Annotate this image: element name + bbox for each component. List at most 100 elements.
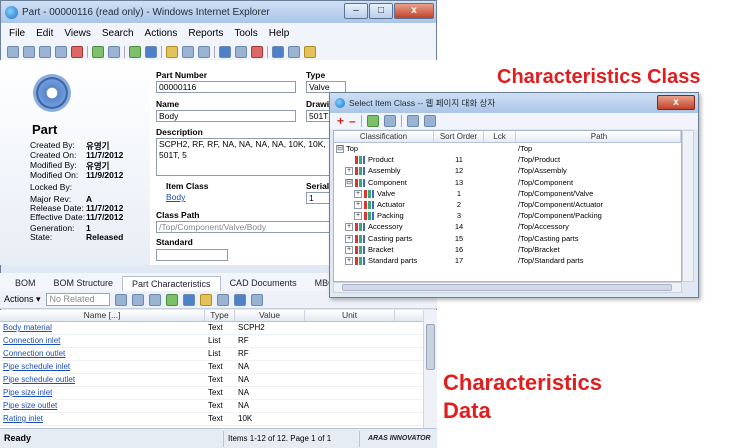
tree-classification-cell[interactable]: + Packing [334, 210, 434, 221]
tab-bom[interactable]: BOM [6, 276, 45, 291]
copy-icon[interactable] [148, 293, 161, 306]
tree-classification-cell[interactable]: ⊟ Top [334, 143, 434, 154]
tree-classification-cell[interactable]: + Accessory [334, 221, 434, 232]
save-icon[interactable] [39, 45, 51, 58]
expand-node-icon[interactable]: + [354, 200, 362, 209]
dialog-clear-icon[interactable] [383, 115, 396, 127]
tree-row[interactable]: ⊟ Component 13/Top/Component [334, 177, 681, 188]
collapse-node-icon[interactable]: ⊟ [336, 145, 344, 154]
table-row[interactable]: Pipe size inlet Text NA [0, 387, 437, 400]
characteristic-name-link[interactable]: Pipe size outlet [0, 400, 205, 412]
dialog-document-icon[interactable] [423, 115, 436, 127]
print-icon[interactable] [108, 45, 120, 58]
menu-file[interactable]: File [9, 28, 25, 39]
tab-cad-documents[interactable]: CAD Documents [221, 276, 306, 291]
table-row[interactable]: Pipe size outlet Text NA [0, 400, 437, 413]
menu-edit[interactable]: Edit [36, 28, 53, 39]
unlock-icon[interactable] [182, 45, 194, 58]
report-icon[interactable] [251, 45, 263, 58]
menu-reports[interactable]: Reports [188, 28, 223, 39]
dialog-hscroll-thumb[interactable] [342, 284, 672, 291]
search-icon[interactable] [235, 45, 247, 58]
add-icon[interactable]: + [337, 114, 344, 128]
tree-classification-cell[interactable]: + Standard parts [334, 255, 434, 266]
col-classification[interactable]: Classification [334, 131, 434, 142]
tree-classification-cell[interactable]: + Casting parts [334, 233, 434, 244]
table-row[interactable]: Rating inlet Text 10K [0, 413, 437, 426]
delete-icon[interactable] [71, 45, 83, 58]
tree-classification-cell[interactable]: Product [334, 154, 434, 165]
lock-row-icon[interactable] [199, 293, 212, 306]
maximize-button[interactable]: □ [369, 3, 393, 19]
tree-row[interactable]: + Accessory 14/Top/Accessory [334, 221, 681, 232]
new-row-icon[interactable] [114, 293, 127, 306]
expand-node-icon[interactable]: + [345, 167, 353, 176]
refresh-grid-icon[interactable] [165, 293, 178, 306]
expand-node-icon[interactable]: + [354, 212, 362, 221]
dialog-close-button[interactable]: x [657, 95, 695, 110]
table-row[interactable]: Connection inlet List RF [0, 335, 437, 348]
tree-row[interactable]: + Packing 3/Top/Component/Packing [334, 210, 681, 221]
actions-menu[interactable]: Actions ▾ [4, 294, 41, 305]
expand-node-icon[interactable]: + [345, 223, 353, 232]
version-icon[interactable] [145, 45, 157, 58]
tree-row[interactable]: + Valve 1/Top/Component/Valve [334, 188, 681, 199]
tree-classification-cell[interactable]: + Actuator [334, 199, 434, 210]
pin-icon[interactable] [219, 45, 231, 58]
expand-node-icon[interactable]: + [345, 256, 353, 265]
unlock-row-icon[interactable] [216, 293, 229, 306]
expand-node-icon[interactable]: + [345, 234, 353, 243]
name-field[interactable]: Body [156, 110, 296, 122]
col-type[interactable]: Type [205, 310, 235, 321]
characteristic-name-link[interactable]: Rating inlet [0, 413, 205, 425]
cut-icon[interactable] [131, 293, 144, 306]
collapse-node-icon[interactable]: ⊟ [345, 178, 353, 187]
col-name[interactable]: Name [...] [0, 310, 205, 321]
pick-icon[interactable] [233, 293, 246, 306]
tree-classification-cell[interactable]: + Bracket [334, 244, 434, 255]
part-number-field[interactable]: 00000116 [156, 81, 296, 93]
new-icon[interactable] [7, 45, 19, 58]
promote-icon[interactable] [129, 45, 141, 58]
remove-icon[interactable]: – [349, 114, 356, 128]
table-row[interactable]: Connection outlet List RF [0, 348, 437, 361]
characteristic-name-link[interactable]: Connection outlet [0, 348, 205, 360]
col-value[interactable]: Value [235, 310, 305, 321]
close-button[interactable]: x [394, 3, 434, 19]
characteristic-name-link[interactable]: Pipe schedule outlet [0, 374, 205, 386]
menu-search[interactable]: Search [102, 28, 134, 39]
col-unit[interactable]: Unit [305, 310, 395, 321]
characteristic-name-link[interactable]: Body material [0, 322, 205, 334]
table-row[interactable]: Body material Text SCPH2 [0, 322, 437, 335]
lock-icon[interactable] [166, 45, 178, 58]
tree-row[interactable]: + Standard parts 17/Top/Standard parts [334, 255, 681, 266]
item-class-link[interactable]: Body [166, 192, 185, 202]
undo-icon[interactable] [198, 45, 210, 58]
dialog-horizontal-scrollbar[interactable] [333, 282, 682, 293]
tree-classification-cell[interactable]: ⊟ Component [334, 177, 434, 188]
class-path-field[interactable]: /Top/Component/Valve/Body [156, 221, 336, 233]
tree-row[interactable]: + Bracket 16/Top/Bracket [334, 244, 681, 255]
dialog-vertical-scrollbar[interactable] [682, 130, 694, 282]
tree-row[interactable]: + Casting parts 15/Top/Casting parts [334, 233, 681, 244]
dialog-refresh-icon[interactable] [366, 115, 379, 127]
tree-classification-cell[interactable]: + Valve [334, 188, 434, 199]
characteristic-name-link[interactable]: Connection inlet [0, 335, 205, 347]
menu-actions[interactable]: Actions [145, 28, 178, 39]
menu-help[interactable]: Help [269, 28, 290, 39]
view-icon[interactable] [182, 293, 195, 306]
table-row[interactable]: Pipe schedule inlet Text NA [0, 361, 437, 374]
grid-scroll-thumb[interactable] [426, 324, 435, 370]
email-icon[interactable] [288, 45, 300, 58]
search-grid-icon[interactable] [250, 293, 263, 306]
characteristic-name-link[interactable]: Pipe size inlet [0, 387, 205, 399]
tab-part-characteristics[interactable]: Part Characteristics [122, 276, 221, 291]
tree-row[interactable]: + Actuator 2/Top/Component/Actuator [334, 199, 681, 210]
tab-bom-structure[interactable]: BOM Structure [45, 276, 123, 291]
description-field[interactable]: SCPH2, RF, RF, NA, NA, NA, NA, 10K, 10K,… [156, 138, 346, 176]
tree-row[interactable]: ⊟ Top/Top [334, 143, 681, 154]
menu-tools[interactable]: Tools [234, 28, 257, 39]
tree-classification-cell[interactable]: + Assembly [334, 165, 434, 176]
open-icon[interactable] [23, 45, 35, 58]
export-icon[interactable] [304, 45, 316, 58]
